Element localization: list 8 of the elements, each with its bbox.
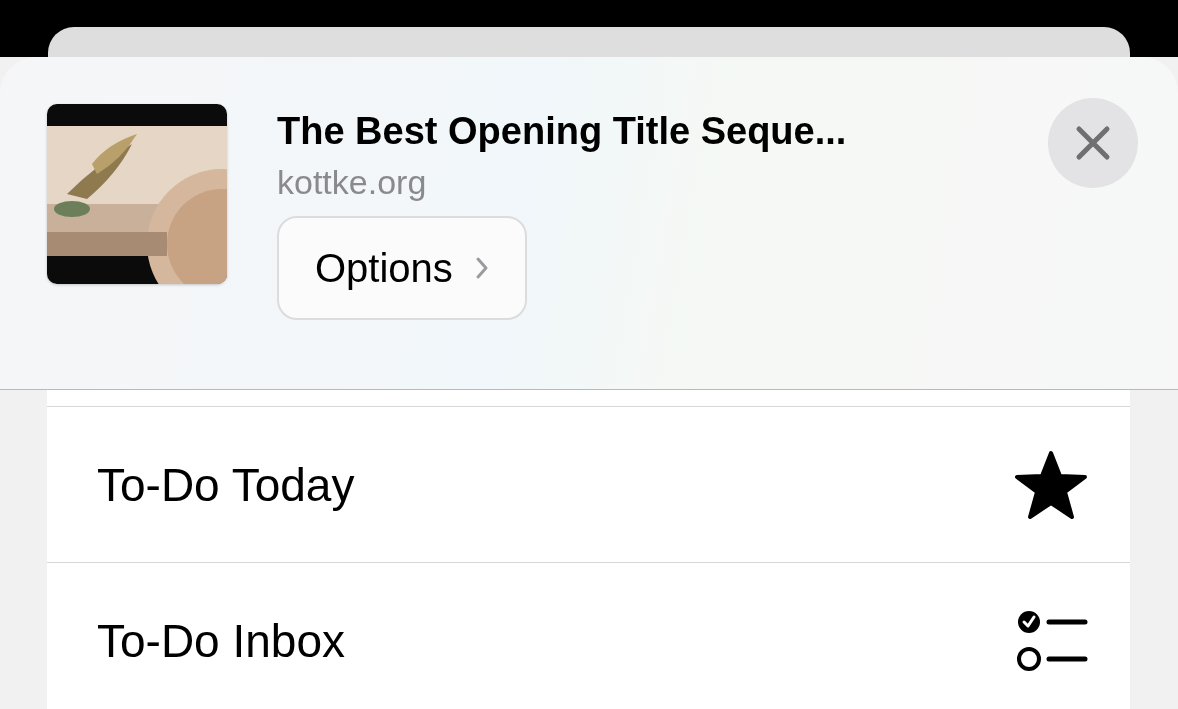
- list-item[interactable]: To-Do Inbox: [47, 563, 1130, 709]
- star-icon: [1014, 449, 1088, 520]
- page-title: The Best Opening Title Seque...: [277, 110, 847, 153]
- chevron-icon: [474, 256, 489, 280]
- list-item[interactable]: To-Do Today: [47, 407, 1130, 563]
- options-button[interactable]: Options: [277, 216, 527, 320]
- site-name: kottke.org: [277, 163, 427, 202]
- close-icon: [1075, 125, 1111, 161]
